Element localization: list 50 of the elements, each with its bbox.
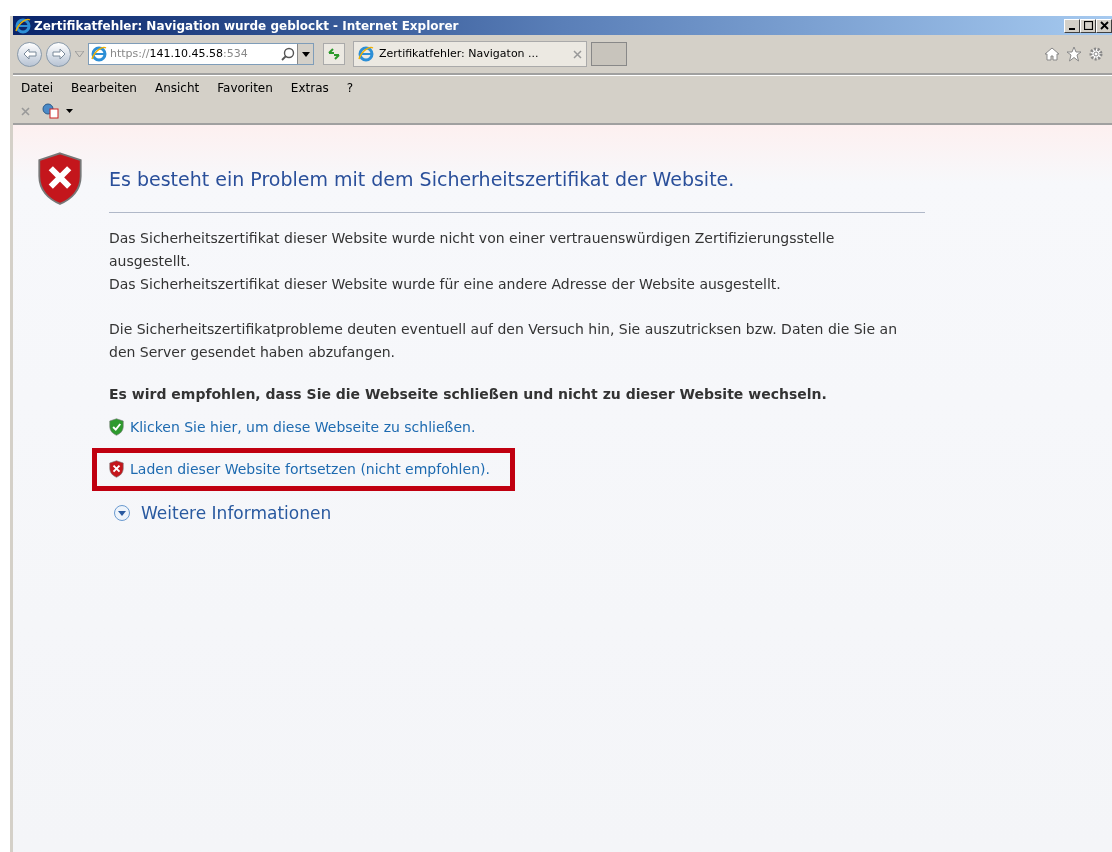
error-heading: Es besteht ein Problem mit dem Sicherheitszertifikat der Website. — [109, 165, 925, 213]
tab-label: Zertifikatfehler: Navigaton ... — [379, 45, 539, 62]
star-icon[interactable] — [1066, 46, 1082, 62]
menu-item[interactable]: Datei — [21, 78, 53, 97]
close-button[interactable] — [1096, 18, 1112, 33]
right-arrow-icon — [51, 48, 66, 60]
expand-icon[interactable] — [113, 504, 131, 523]
url-text: https://141.10.45.58:534 — [110, 45, 248, 62]
browser-logo-icon — [358, 46, 374, 62]
maximize-icon — [1083, 21, 1093, 30]
body-text: Das Sicherheitszertifikat dieser Website wurde nicht von einer vertrauenswürdigen Zertifizierungsstelle ausgestellt. — [109, 228, 836, 271]
minimize-button[interactable] — [1064, 18, 1080, 33]
more-info-link[interactable]: Weitere Informationen — [141, 500, 332, 526]
body-text: Das Sicherheitszertifikat dieser Website wurde für eine andere Adresse der Website ausgestellt. — [109, 274, 782, 294]
browser-logo-icon — [15, 17, 31, 34]
menu-item[interactable]: Favoriten — [217, 78, 273, 97]
settings-icon[interactable] — [1088, 46, 1104, 62]
browser-tab[interactable]: Zertifikatfehler: Navigaton ... — [353, 41, 587, 67]
caret-icon — [301, 51, 310, 57]
search-icon[interactable] — [281, 47, 295, 61]
stop-icon[interactable] — [21, 106, 30, 116]
check-shield-icon — [109, 418, 124, 436]
body-text: Die Sicherheitszertifikatprobleme deuten eventuell auf den Versuch hin, Sie auszutricksen bzw. Daten die Sie an den Server gesendet haben abzufangen. — [109, 319, 899, 362]
menu-item[interactable]: Bearbeiten — [71, 78, 137, 97]
cross-shield-icon — [109, 460, 124, 478]
close-tab-icon[interactable] — [573, 49, 582, 59]
recommendation-text: Es wird empfohlen, dass Sie die Webseite schließen und nicht zu dieser Website wechseln. — [109, 384, 828, 404]
minimize-icon — [1069, 27, 1075, 30]
maximize-button[interactable] — [1080, 18, 1096, 33]
address-field[interactable]: https://141.10.45.58:534 — [88, 43, 314, 65]
error-shield-icon — [37, 151, 83, 207]
browser-logo-icon — [91, 46, 107, 62]
refresh-icon — [327, 48, 341, 60]
action-link[interactable]: Laden dieser Website fortsetzen (nicht empfohlen). — [130, 458, 490, 480]
close-icon — [1099, 21, 1109, 30]
action-link[interactable]: Klicken Sie hier, um diese Webseite zu schließen. — [130, 416, 476, 438]
menu-item[interactable]: ? — [346, 78, 354, 97]
new-tab-button[interactable] — [591, 42, 627, 66]
left-arrow-icon — [22, 48, 37, 60]
globe-document-icon[interactable] — [42, 103, 60, 119]
refresh-button[interactable] — [323, 43, 345, 65]
home-icon[interactable] — [1044, 46, 1060, 62]
window-title: Zertifikatfehler: Navigation wurde geblockt - Internet Explorer — [34, 17, 459, 35]
menu-item[interactable]: Extras — [290, 78, 329, 97]
caret-icon[interactable] — [66, 109, 73, 113]
address-dropdown-button[interactable] — [297, 44, 313, 64]
dropdown-icon[interactable] — [75, 51, 84, 57]
forward-button[interactable] — [46, 41, 71, 67]
back-button[interactable] — [17, 41, 42, 67]
menu-item[interactable]: Ansicht — [154, 78, 200, 97]
